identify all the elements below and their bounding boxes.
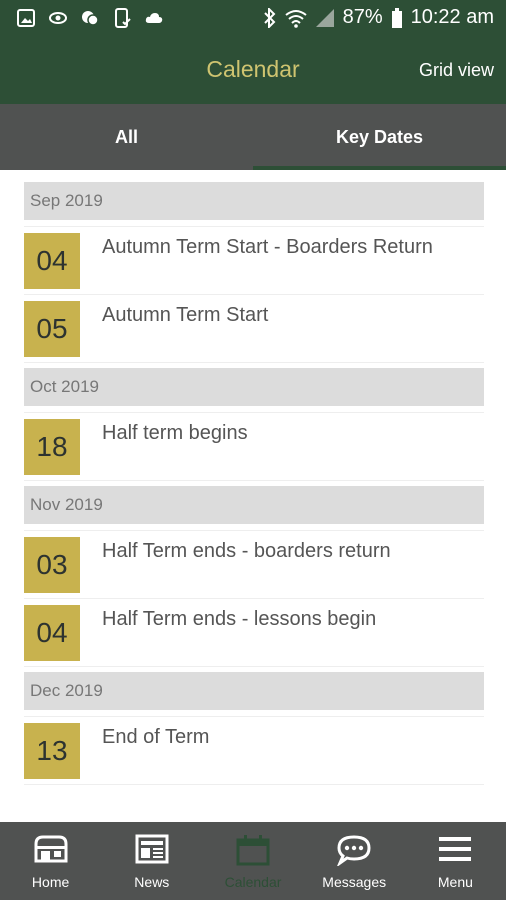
- grid-view-button[interactable]: Grid view: [419, 60, 494, 81]
- event-row[interactable]: 18 Half term begins: [24, 412, 484, 480]
- nav-home[interactable]: Home: [0, 822, 101, 900]
- bottom-nav: Home News Calendar Messages Menu: [0, 822, 506, 900]
- nav-messages-label: Messages: [322, 874, 387, 890]
- month-header: Nov 2019: [24, 486, 484, 524]
- event-row[interactable]: 05 Autumn Term Start: [24, 294, 484, 362]
- divider: [24, 784, 484, 790]
- events-list: Sep 2019 04 Autumn Term Start - Boarders…: [24, 182, 484, 790]
- event-row[interactable]: 04 Half Term ends - lessons begin: [24, 598, 484, 666]
- sync-icon: [49, 12, 67, 24]
- menu-icon: [439, 837, 472, 861]
- nav-home-label: Home: [31, 874, 70, 890]
- cloud-icon: [145, 13, 163, 23]
- event-row[interactable]: 13 End of Term: [24, 716, 484, 784]
- signal-icon: [315, 8, 334, 27]
- event-title: Autumn Term Start - Boarders Return: [102, 236, 433, 258]
- month-header: Oct 2019: [24, 368, 484, 406]
- tab-bar: All Key Dates: [0, 104, 506, 170]
- tab-all[interactable]: All: [0, 104, 253, 170]
- event-title: End of Term: [102, 726, 210, 748]
- event-day: 04: [24, 605, 80, 661]
- news-icon: [135, 834, 169, 864]
- event-title: Autumn Term Start: [102, 304, 269, 326]
- battery-icon: [391, 7, 402, 28]
- month-header: Dec 2019: [24, 672, 484, 710]
- nav-calendar[interactable]: Calendar: [202, 822, 303, 900]
- event-title: Half Term ends - boarders return: [102, 540, 391, 562]
- calendar-icon: [236, 835, 270, 866]
- system-status: 87% 10:22 am: [263, 6, 494, 29]
- clock: 10:22 am: [410, 6, 494, 28]
- event-row[interactable]: 03 Half Term ends - boarders return: [24, 530, 484, 598]
- event-day: 13: [24, 723, 80, 779]
- nav-news-label: News: [134, 874, 170, 890]
- event-title: Half Term ends - lessons begin: [102, 608, 377, 630]
- battery-percent: 87%: [342, 6, 383, 28]
- nav-news[interactable]: News: [101, 822, 202, 900]
- status-bar: 87% 10:22 am: [0, 0, 506, 36]
- phone-check-icon: [115, 8, 131, 28]
- event-row[interactable]: 04 Autumn Term Start - Boarders Return: [24, 226, 484, 294]
- event-day: 18: [24, 419, 80, 475]
- tab-key-dates[interactable]: Key Dates: [253, 104, 506, 170]
- nav-menu[interactable]: Menu: [405, 822, 506, 900]
- image-icon: [17, 9, 35, 27]
- app-bar: Calendar Grid view: [0, 36, 506, 104]
- event-day: 04: [24, 233, 80, 289]
- event-day: 03: [24, 537, 80, 593]
- bluetooth-icon: [263, 7, 275, 28]
- nav-menu-label: Menu: [437, 874, 473, 890]
- messages-icon: [337, 835, 371, 866]
- wifi-icon: [284, 9, 307, 28]
- event-day: 05: [24, 301, 80, 357]
- notification-icons: [16, 8, 164, 28]
- event-title: Half term begins: [102, 422, 248, 444]
- nav-messages[interactable]: Messages: [304, 822, 405, 900]
- chat-icon: [82, 11, 99, 26]
- nav-calendar-label: Calendar: [224, 874, 282, 890]
- month-header: Sep 2019: [24, 182, 484, 220]
- home-icon: [34, 835, 68, 863]
